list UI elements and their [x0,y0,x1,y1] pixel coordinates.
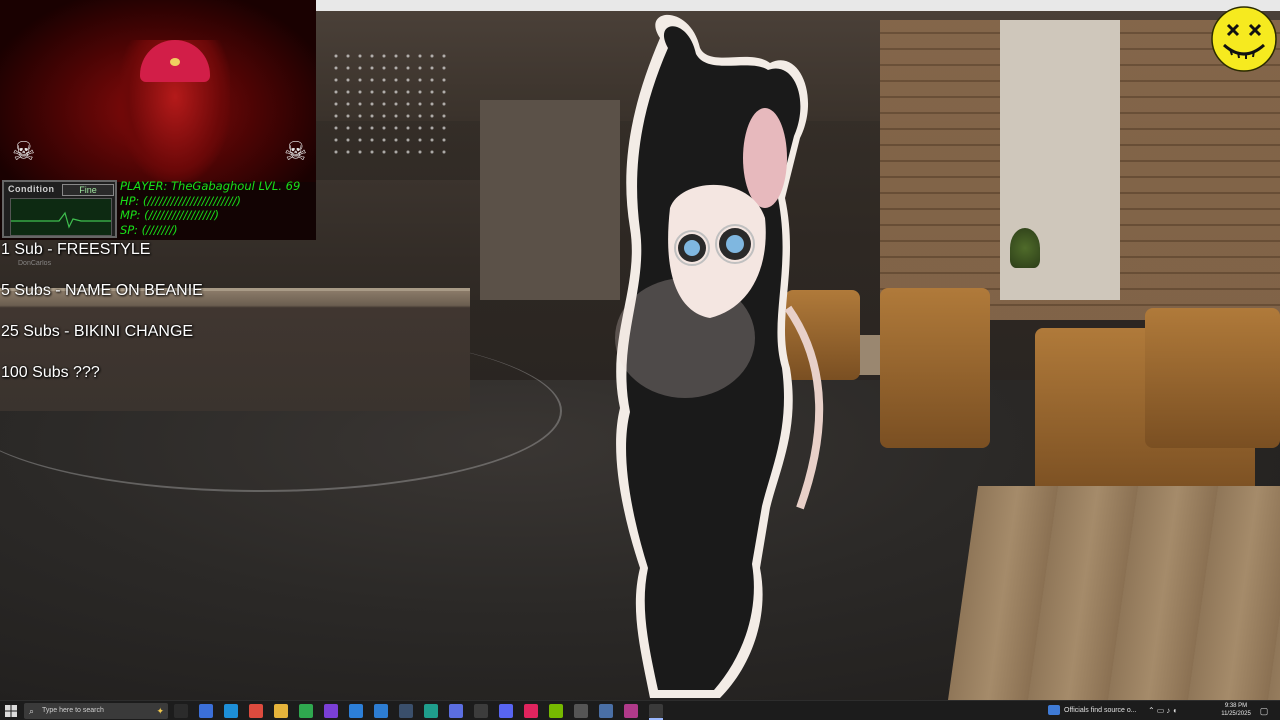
pink-app-icon[interactable] [624,704,638,718]
file-explorer-icon[interactable] [274,704,288,718]
player-name-level: PLAYER: TheGabaghoul LVL. 69 [120,179,301,193]
volume-icon[interactable]: ◖ [1172,706,1179,715]
sub-goal-1: 1 Sub - FREESTYLE [1,241,151,258]
edge-icon[interactable] [224,704,238,718]
windows-start-icon[interactable] [4,704,18,718]
sub-goal-25: 25 Subs - BIKINI CHANGE [1,323,194,340]
discord-icon[interactable] [499,704,513,718]
webcam-overlay: ☠ ☠ Condition Fine PLAYER: TheGabaghoul … [0,0,316,240]
nvidia-icon[interactable] [549,704,563,718]
bar-counter [0,288,470,411]
beanie-eye-icon [170,58,180,66]
obs-icon[interactable] [474,704,488,718]
hallway-arch [480,100,620,300]
anime-mouse-avatar [600,8,840,700]
chevron-up-icon[interactable]: ⌃ [1148,706,1157,715]
display-app-icon[interactable] [649,704,663,718]
ecg-line-icon [11,211,111,229]
ecg-monitor [10,198,112,236]
tiktok-icon[interactable] [524,704,538,718]
skeleton-left-icon: ☠ [12,136,36,166]
plant [1010,228,1040,268]
vscode-icon[interactable] [374,704,388,718]
sub-goal-5: 5 Subs - NAME ON BEANIE [1,282,203,299]
mp-bar: MP: (/////////////////) [120,208,220,222]
blue-app-icon[interactable] [349,704,363,718]
network-icon[interactable]: ▭ [1157,706,1167,715]
search-highlight-icon: ✦ [156,706,164,716]
clock-time: 9:38 PM [1224,703,1248,709]
avatar-illustration [615,14,824,699]
news-icon [1048,705,1060,716]
search-placeholder: Type here to search [42,707,104,714]
taskbar-search-input[interactable]: ⌕ Type here to search ✦ [24,703,168,719]
news-widget[interactable]: Officials find source o... [1048,704,1140,718]
xbox-icon[interactable] [299,704,313,718]
search-icon: ⌕ [29,706,35,716]
windows-taskbar: ⌕ Type here to search ✦ Officials find s… [0,700,1280,720]
player-stats: PLAYER: TheGabaghoul LVL. 69 HP: (//////… [120,179,316,237]
task-view-icon[interactable] [174,704,188,718]
news-text: Officials find source o... [1064,707,1137,714]
chair [880,288,990,448]
condition-panel: Condition Fine [2,180,117,238]
condition-status: Fine [62,184,114,196]
string-lights [330,50,450,160]
clock-date: 11/25/2025 [1221,711,1251,717]
copilot-icon[interactable] [199,704,213,718]
hp-bar: HP: (///////////////////////) [120,193,241,208]
chat-name-ghost: DonCarlos [18,260,52,267]
chrome-icon[interactable] [249,704,263,718]
sp-bar: SP: (///////) [120,222,178,237]
steam-icon[interactable] [399,704,413,718]
condition-label: Condition [8,184,55,194]
sub-goal-100: 100 Subs ??? [1,364,100,381]
wood-table-foreground [948,486,1280,700]
settings-icon[interactable] [599,704,613,718]
smiley-logo-icon [1210,5,1278,73]
system-tray[interactable]: ⌃▭♪◖ [1148,704,1218,718]
chair [1145,308,1280,448]
vrchat-icon[interactable] [449,704,463,718]
purple-app-icon[interactable] [324,704,338,718]
teal-app-icon[interactable] [424,704,438,718]
skeleton-right-icon: ☠ [284,136,308,166]
grey-app-icon[interactable] [574,704,588,718]
notifications-icon[interactable]: ▢ [1258,705,1270,717]
taskbar-clock[interactable]: 9:38 PM 11/25/2025 [1218,702,1254,718]
